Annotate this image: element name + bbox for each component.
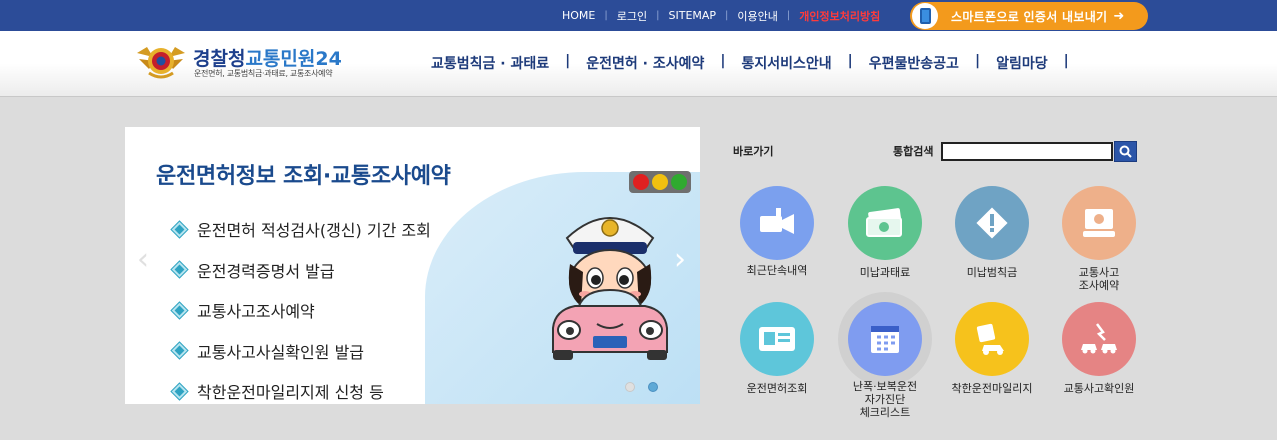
tile-label: 교통사고확인원	[1063, 382, 1135, 395]
top-nav: HOME | 로그인 | SITEMAP | 이용안내 | 개인정보처리방침	[562, 0, 880, 31]
diamond-bullet-icon	[171, 221, 188, 238]
police-officer-car-illustration	[552, 217, 668, 360]
nav-fines[interactable]: 교통범칙금 · 과태료	[431, 53, 549, 73]
smartphone-icon	[912, 3, 938, 29]
mileage-car-icon	[955, 302, 1029, 376]
diamond-bullet-icon	[171, 342, 188, 359]
smartphone-certificate-button[interactable]: 스마트폰으로 인증서 내보내기 ➜	[910, 2, 1148, 30]
nav-divider: |	[974, 53, 981, 69]
smartphone-banner-label: 스마트폰으로 인증서 내보내기	[951, 9, 1108, 24]
tile-label: 교통사고 조사예약	[1078, 266, 1120, 292]
search-input[interactable]	[941, 142, 1113, 161]
privacy-policy-link[interactable]: 개인정보처리방침	[799, 8, 880, 24]
separator: |	[604, 10, 608, 21]
slider-next-button[interactable]: ›	[669, 245, 691, 275]
id-card-icon	[740, 302, 814, 376]
banner-item-label: 운전경력증명서 발급	[197, 261, 335, 281]
tile-label: 미납과태료	[859, 266, 911, 279]
nav-divider: |	[565, 53, 571, 69]
nav-divider: |	[1063, 53, 1069, 69]
banner-item-label: 운전면허 적성검사(갱신) 기간 조회	[197, 221, 431, 241]
sitemap-link[interactable]: SITEMAP	[669, 9, 717, 22]
tile-label: 난폭·보복운전 자가진단 체크리스트	[852, 380, 918, 419]
banner-list-item[interactable]: 교통사고사실확인원 발급	[171, 331, 431, 372]
nav-notice[interactable]: 알림마당	[996, 53, 1048, 73]
banner-item-label: 착한운전마일리지제 신청 등	[197, 383, 384, 403]
logo-title-sub: 교통민원24	[245, 48, 342, 70]
camera-icon	[740, 186, 814, 260]
home-link[interactable]: HOME	[562, 9, 595, 22]
banner-list-item[interactable]: 운전경력증명서 발급	[171, 250, 431, 291]
banner-list-item[interactable]: 착한운전마일리지제 신청 등	[171, 371, 431, 404]
tile-label: 최근단속내역	[746, 264, 808, 277]
slider-pagination	[625, 382, 671, 392]
police-emblem-icon	[137, 47, 185, 79]
tile-aggressive-driving-checklist[interactable]: 난폭·보복운전 자가진단 체크리스트	[835, 302, 935, 419]
tile-unpaid-penalty[interactable]: 미납과태료	[835, 186, 935, 279]
diamond-bullet-icon	[171, 383, 188, 400]
tile-license-inquiry[interactable]: 운전면허조회	[727, 302, 827, 395]
main-nav: 교통범칙금 · 과태료 | 운전면허 · 조사예약 | 통지서비스안내 | 우편…	[431, 53, 1085, 73]
banner-item-label: 교통사고조사예약	[197, 302, 315, 322]
header: 경찰청교통민원24 운전면허, 교통범칙금·과태료, 교통조사예약 교통범칙금 …	[0, 31, 1277, 97]
nav-license[interactable]: 운전면허 · 조사예약	[586, 53, 704, 73]
tile-label: 미납범칙금	[966, 266, 1018, 279]
login-link[interactable]: 로그인	[617, 8, 647, 24]
tile-label: 운전면허조회	[746, 382, 808, 395]
separator: |	[725, 10, 729, 21]
slider-dot[interactable]	[625, 382, 635, 392]
search-label: 통합검색	[893, 145, 934, 158]
logo-title-main: 경찰청	[193, 48, 246, 70]
tile-accident-confirmation[interactable]: 교통사고확인원	[1049, 302, 1149, 395]
search-button[interactable]	[1114, 141, 1137, 162]
nav-mail-return[interactable]: 우편물반송공고	[869, 53, 959, 73]
nav-divider: |	[847, 53, 853, 69]
top-bar: HOME | 로그인 | SITEMAP | 이용안내 | 개인정보처리방침 스…	[0, 0, 1277, 31]
quick-links-label: 바로가기	[733, 145, 774, 158]
guide-link[interactable]: 이용안내	[737, 8, 777, 24]
banner-list: 운전면허 적성검사(갱신) 기간 조회 운전경력증명서 발급 교통사고조사예약 …	[171, 209, 431, 404]
tile-unpaid-fine[interactable]: 미납범칙금	[942, 186, 1042, 279]
site-logo[interactable]: 경찰청교통민원24 운전면허, 교통범칙금·과태료, 교통조사예약	[135, 43, 365, 83]
search-icon	[1119, 145, 1132, 158]
separator: |	[786, 10, 791, 21]
calendar-check-icon	[848, 302, 922, 376]
tile-label: 착한운전마일리지	[951, 382, 1033, 395]
slider-dot-active[interactable]	[648, 382, 658, 392]
monitor-icon	[1062, 186, 1136, 260]
slider-prev-button[interactable]: ‹	[132, 245, 154, 275]
car-crash-icon	[1062, 302, 1136, 376]
nav-divider: |	[720, 53, 726, 69]
tile-good-driving-mileage[interactable]: 착한운전마일리지	[942, 302, 1042, 395]
banner-list-item[interactable]: 교통사고조사예약	[171, 290, 431, 331]
banner-list-item[interactable]: 운전면허 적성검사(갱신) 기간 조회	[171, 209, 431, 250]
money-icon	[848, 186, 922, 260]
tile-accident-reservation[interactable]: 교통사고 조사예약	[1049, 186, 1149, 292]
logo-tagline: 운전면허, 교통범칙금·과태료, 교통조사예약	[194, 69, 333, 78]
diamond-bullet-icon	[171, 302, 188, 319]
nav-notification[interactable]: 통지서비스안내	[741, 53, 831, 73]
warning-icon	[955, 186, 1029, 260]
tile-recent-enforcement[interactable]: 최근단속내역	[727, 186, 827, 277]
diamond-bullet-icon	[171, 261, 188, 278]
banner-item-label: 교통사고사실확인원 발급	[197, 342, 365, 362]
banner-title: 운전면허정보 조회·교통조사예약	[156, 164, 451, 189]
separator: |	[656, 10, 660, 21]
traffic-light-icon	[629, 171, 691, 193]
arrow-right-icon: ➜	[1113, 8, 1125, 24]
main-banner-slider: 운전면허정보 조회·교통조사예약 운전면허 적성검사(갱신) 기간 조회 운전경…	[125, 127, 700, 404]
